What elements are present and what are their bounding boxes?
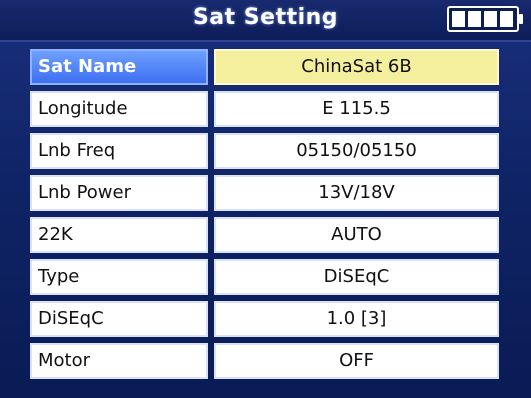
setting-label-longitude: Longitude <box>30 91 208 127</box>
setting-value-lnb-power[interactable]: 13V/18V <box>214 175 499 211</box>
setting-row-motor[interactable]: Motor OFF <box>30 343 501 379</box>
sat-setting-screen: Sat Setting Sat Name ChinaSat 6B Longitu… <box>0 0 531 398</box>
setting-label-lnb-power: Lnb Power <box>30 175 208 211</box>
setting-label-sat-name: Sat Name <box>30 49 208 85</box>
setting-label-motor: Motor <box>30 343 208 379</box>
setting-value-diseqc[interactable]: 1.0 [3] <box>214 301 499 337</box>
setting-label-diseqc: DiSEqC <box>30 301 208 337</box>
battery-level-bar-4 <box>500 11 513 27</box>
battery-level-bar-1 <box>452 11 465 27</box>
setting-row-sat-name[interactable]: Sat Name ChinaSat 6B <box>30 49 501 85</box>
setting-value-motor[interactable]: OFF <box>214 343 499 379</box>
setting-row-type[interactable]: Type DiSEqC <box>30 259 501 295</box>
setting-row-longitude[interactable]: Longitude E 115.5 <box>30 91 501 127</box>
title-bar: Sat Setting <box>0 0 531 42</box>
setting-row-lnb-freq[interactable]: Lnb Freq 05150/05150 <box>30 133 501 169</box>
settings-list: Sat Name ChinaSat 6B Longitude E 115.5 L… <box>30 49 501 385</box>
setting-value-type[interactable]: DiSEqC <box>214 259 499 295</box>
battery-level-bar-2 <box>468 11 481 27</box>
battery-level-bar-3 <box>484 11 497 27</box>
setting-label-lnb-freq: Lnb Freq <box>30 133 208 169</box>
setting-row-lnb-power[interactable]: Lnb Power 13V/18V <box>30 175 501 211</box>
setting-label-type: Type <box>30 259 208 295</box>
battery-icon <box>447 6 523 32</box>
setting-value-sat-name[interactable]: ChinaSat 6B <box>214 49 499 85</box>
setting-value-22k[interactable]: AUTO <box>214 217 499 253</box>
setting-value-longitude[interactable]: E 115.5 <box>214 91 499 127</box>
setting-row-22k[interactable]: 22K AUTO <box>30 217 501 253</box>
setting-value-lnb-freq[interactable]: 05150/05150 <box>214 133 499 169</box>
setting-row-diseqc[interactable]: DiSEqC 1.0 [3] <box>30 301 501 337</box>
setting-label-22k: 22K <box>30 217 208 253</box>
